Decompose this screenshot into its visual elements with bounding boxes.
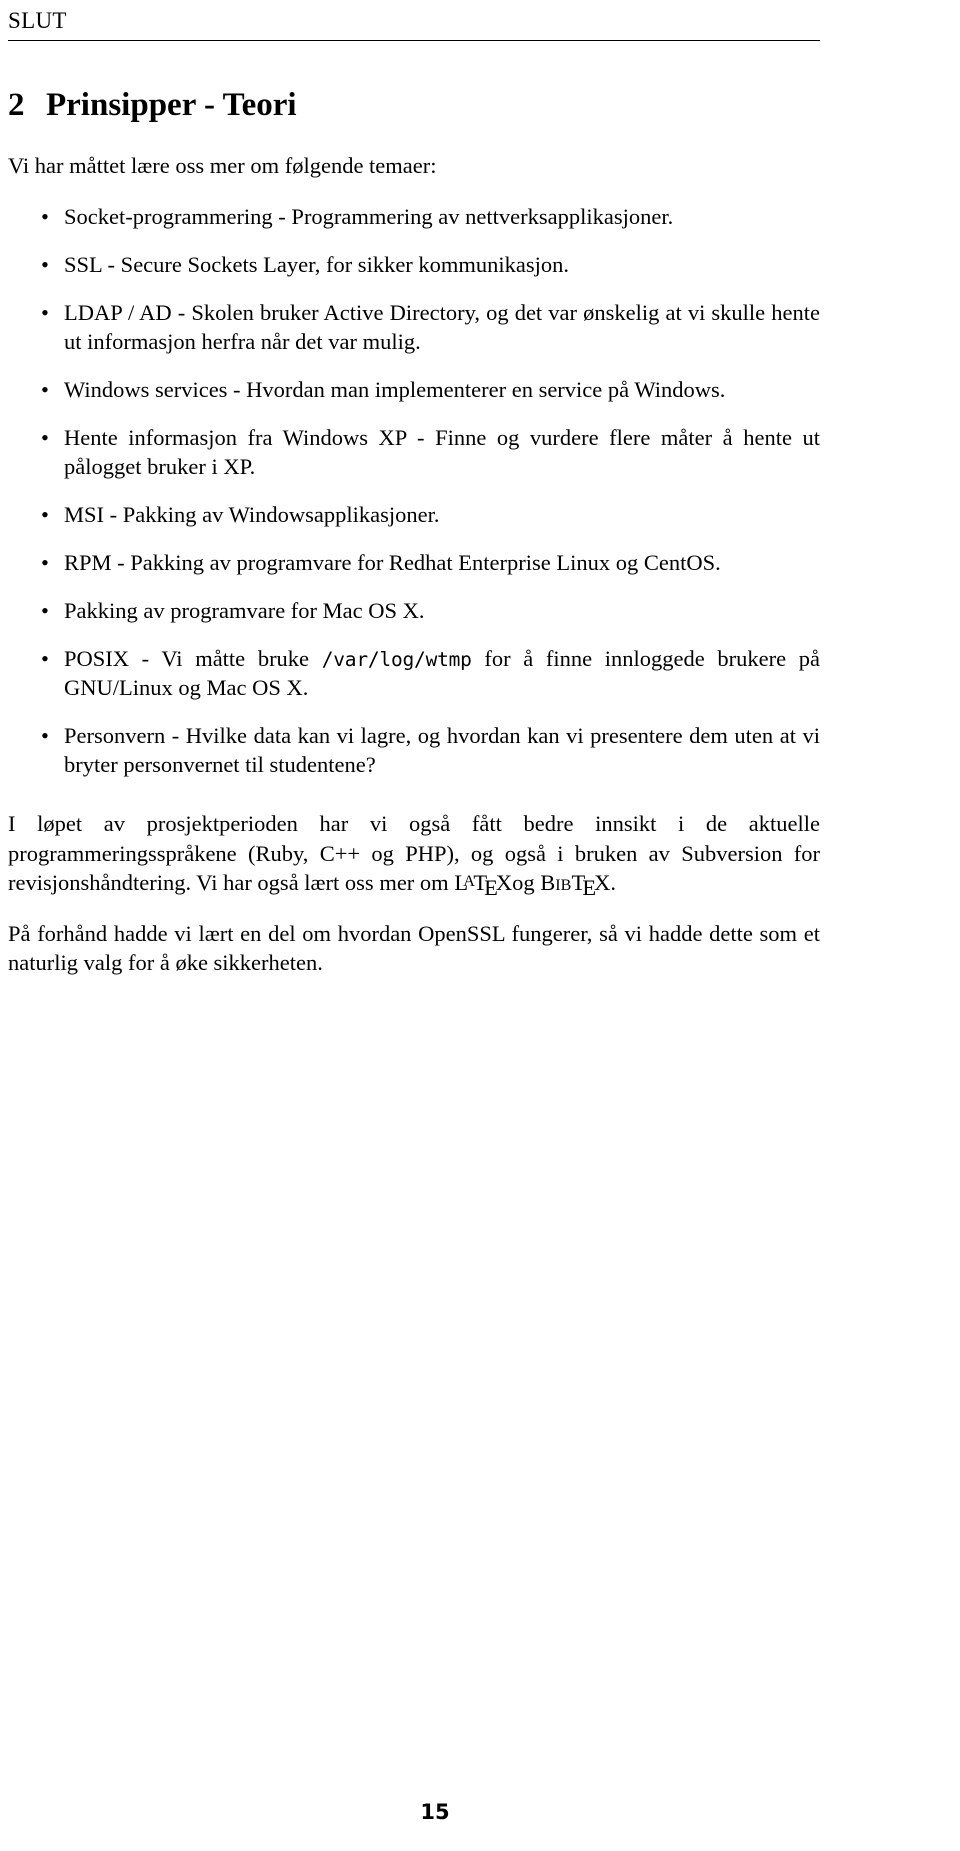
bibtex-bib: Bib	[540, 869, 572, 895]
bullet-icon: •	[41, 550, 49, 576]
bibtex-x: X	[594, 869, 611, 895]
list-item-text: Hente informasjon fra Windows XP - Finne…	[64, 425, 820, 480]
latex-x: X	[495, 869, 513, 895]
list-item-text: MSI - Pakking av Windowsapplikasjoner.	[64, 502, 440, 528]
bullet-icon: •	[41, 300, 49, 326]
list-item: • Windows services - Hvordan man impleme…	[8, 375, 820, 404]
latex-logo: LATEX	[454, 869, 513, 900]
bullet-icon: •	[41, 252, 49, 278]
list-item-text: RPM - Pakking av programvare for Redhat …	[64, 550, 721, 576]
section-title: Prinsipper - Teori	[46, 87, 297, 123]
list-item: • SSL - Secure Sockets Layer, for sikker…	[8, 250, 820, 279]
bullet-icon: •	[41, 502, 49, 528]
bullet-icon: •	[41, 425, 49, 451]
list-item-text: Personvern - Hvilke data kan vi lagre, o…	[64, 723, 820, 778]
bullet-icon: •	[41, 598, 49, 624]
section-heading: 2 Prinsipper - Teori	[8, 87, 820, 125]
list-item: • Personvern - Hvilke data kan vi lagre,…	[8, 721, 820, 779]
latex-e: E	[484, 874, 498, 900]
list-item: • Hente informasjon fra Windows XP - Fin…	[8, 423, 820, 481]
paragraph-text-before-logos: I løpet av prosjektperioden har vi også …	[8, 811, 820, 895]
bibtex-logo: BibTEX	[540, 869, 611, 900]
page-number: 15	[420, 1800, 450, 1824]
page-content: SLUT 2 Prinsipper - Teori Vi har måttet l…	[8, 0, 820, 978]
list-item: • Pakking av programvare for Mac OS X.	[8, 596, 820, 625]
list-item-text-before-code: POSIX - Vi måtte bruke	[64, 646, 322, 672]
list-item-text: Socket-programmering - Programmering av …	[64, 204, 674, 230]
paragraph-text-after-logos: .	[610, 869, 616, 895]
closing-paragraph-2: På forhånd hadde vi lært en del om hvord…	[8, 921, 820, 976]
closing-paragraph-1: I løpet av prosjektperioden har vi også …	[8, 809, 820, 900]
list-item-text: Windows services - Hvordan man implement…	[64, 377, 726, 403]
document-page: SLUT 2 Prinsipper - Teori Vi har måttet l…	[0, 0, 960, 1851]
bullet-icon: •	[41, 723, 49, 749]
topics-list: • Socket-programmering - Programmering a…	[8, 202, 820, 779]
lead-paragraph: Vi har måttet lære oss mer om følgende t…	[8, 152, 437, 178]
list-item-text: LDAP / AD - Skolen bruker Active Directo…	[64, 300, 820, 355]
list-item-text: Pakking av programvare for Mac OS X.	[64, 598, 425, 624]
list-item-text: SSL - Secure Sockets Layer, for sikker k…	[64, 252, 570, 278]
file-path-code: /var/log/wtmp	[321, 648, 472, 672]
latex-a: A	[463, 871, 475, 890]
list-item: • MSI - Pakking av Windowsapplikasjoner.	[8, 500, 820, 529]
list-item: • Socket-programmering - Programmering a…	[8, 202, 820, 231]
section-number: 2	[8, 87, 25, 123]
list-item: • LDAP / AD - Skolen bruker Active Direc…	[8, 298, 820, 356]
list-item: • RPM - Pakking av programvare for Redha…	[8, 548, 820, 577]
bibtex-e: E	[582, 874, 597, 900]
paragraph-text-between-logos: og	[512, 869, 541, 895]
bullet-icon: •	[41, 646, 49, 672]
header-rule	[8, 40, 820, 41]
bullet-icon: •	[41, 377, 49, 403]
bullet-icon: •	[41, 204, 49, 230]
list-item-posix: • POSIX - Vi måtte bruke /var/log/wtmp fo…	[8, 644, 820, 702]
running-header: SLUT	[8, 8, 67, 33]
